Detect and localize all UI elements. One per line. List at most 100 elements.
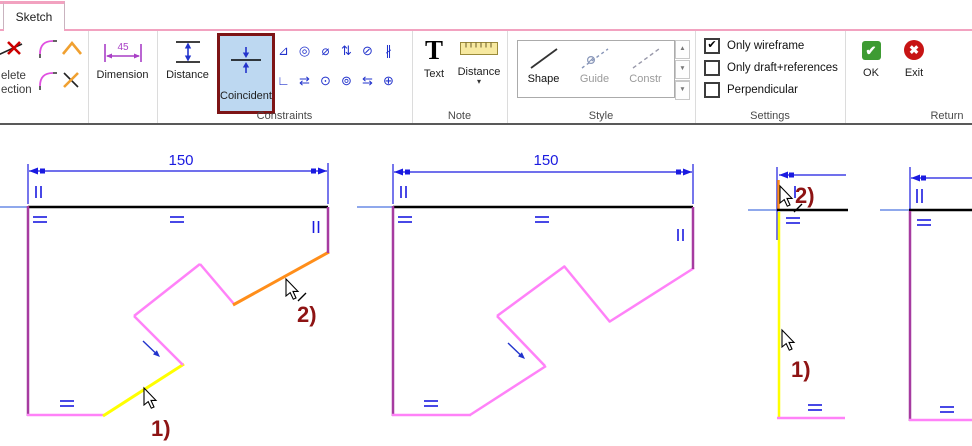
detail-before[interactable]: 2) 1): [748, 167, 848, 418]
zigzag-segment[interactable]: [470, 366, 546, 415]
checkbox-perpendicular[interactable]: Perpendicular: [704, 82, 798, 98]
step1-annotation: 1): [151, 416, 171, 441]
sketch-before[interactable]: 150: [0, 152, 329, 441]
trim-icon[interactable]: [60, 69, 82, 91]
style-item-shape[interactable]: Shape: [518, 41, 569, 97]
checkbox-label: Only wireframe: [727, 40, 804, 52]
checkbox-label: Perpendicular: [727, 84, 798, 96]
note-group-label: Note: [412, 110, 507, 122]
coincident-button-selected[interactable]: Coincident: [217, 33, 275, 114]
dimension-button[interactable]: 45 Dimension: [92, 38, 153, 81]
tab-sketch[interactable]: Sketch: [3, 1, 65, 29]
zigzag-segment[interactable]: [134, 316, 183, 365]
constraint-icon-row-1: ⊿ ◎ ⌀ ⇅ ⊘ ∦: [273, 41, 399, 61]
step1-annotation: 1): [791, 357, 811, 382]
constraint-symbols[interactable]: [917, 189, 954, 412]
distance-icon: [173, 38, 203, 66]
gallery-scroll-up-button[interactable]: ▲: [675, 40, 690, 59]
zigzag-segment[interactable]: [497, 266, 565, 316]
constraint-icon-row-2: ∟ ⇄ ⊙ ⊚ ⇆ ⊕: [273, 71, 399, 91]
note-text-button[interactable]: T Text: [416, 35, 452, 80]
checkbox-icon[interactable]: [704, 82, 720, 98]
text-icon: T: [425, 35, 443, 65]
diameter-constraint-icon[interactable]: ⌀: [315, 41, 336, 61]
dimension-value[interactable]: 150: [533, 152, 558, 169]
note-distance-button[interactable]: Distance ▾: [454, 41, 504, 85]
style-item-constr[interactable]: Constr: [620, 41, 671, 97]
fillet-icon-2[interactable]: [36, 69, 58, 91]
style-gallery: Shape Guide Constr: [517, 40, 675, 98]
style-item-guide[interactable]: Guide: [569, 41, 620, 97]
direction-arrow: [143, 341, 160, 357]
mouse-cursor-step2: [780, 186, 792, 206]
coincident-label: Coincident: [220, 90, 272, 102]
dimension-150[interactable]: 150: [28, 152, 328, 204]
group-return: ✔ OK ✖ Exit Return: [845, 31, 972, 123]
ruler-icon: [460, 41, 498, 57]
style-item-label: Shape: [528, 73, 560, 85]
tangent-constraint-icon[interactable]: ⊘: [357, 41, 378, 61]
group-settings: ✔ Only wireframe Only draft+references P…: [695, 31, 846, 123]
style-gallery-scroll: ▲ ▼ ▼: [675, 40, 690, 101]
constraint-distance-label: Distance: [166, 69, 209, 81]
application-window: 150: [0, 0, 972, 446]
zigzag-segment[interactable]: [609, 268, 694, 322]
radius-constraint-icon[interactable]: ⊙: [315, 71, 336, 91]
gallery-expand-button[interactable]: ▼: [675, 80, 690, 100]
mouse-cursor-step1: [782, 330, 794, 350]
tab-merge: [4, 29, 64, 31]
chamfer-icon[interactable]: [60, 39, 84, 57]
ok-button[interactable]: ✔ OK: [854, 41, 888, 79]
group-note: T Text Distance ▾ Note: [412, 31, 508, 123]
checkbox-icon[interactable]: [704, 60, 720, 76]
zigzag-segment[interactable]: [134, 264, 200, 316]
construction-line-icon: [628, 44, 664, 72]
clipped-delete-section-label[interactable]: elete ection: [1, 69, 32, 97]
constraints-group-label: Constraints: [157, 110, 412, 122]
dimension-150[interactable]: 150: [393, 152, 693, 204]
checkbox-icon[interactable]: ✔: [704, 38, 720, 54]
exit-button[interactable]: ✖ Exit: [895, 40, 933, 79]
gallery-scroll-down-button[interactable]: ▼: [675, 60, 690, 79]
constraint-symbols[interactable]: [33, 186, 319, 406]
zigzag-segment[interactable]: [497, 316, 545, 366]
detail-after[interactable]: [880, 167, 972, 421]
equal-radius-constraint-icon[interactable]: ⊚: [336, 71, 357, 91]
parallel-constraint-icon[interactable]: ⇆: [357, 71, 378, 91]
sketch-after[interactable]: 150: [357, 152, 694, 416]
checkbox-only-draft-references[interactable]: Only draft+references: [704, 60, 838, 76]
equal-distance-constraint-icon[interactable]: ⇄: [294, 71, 315, 91]
zigzag-segment[interactable]: [564, 266, 610, 322]
constraint-distance-button[interactable]: Distance: [159, 38, 216, 81]
perpendicular-constraint-icon[interactable]: ∟: [273, 71, 294, 91]
dimension-icon-value: 45: [117, 42, 129, 53]
dimension-value[interactable]: 150: [168, 152, 193, 169]
fillet-icon[interactable]: [36, 37, 58, 59]
tab-label: Sketch: [16, 10, 53, 24]
selected-segment-2-orange[interactable]: [233, 252, 329, 305]
midpoint-constraint-icon[interactable]: ⊕: [378, 71, 399, 91]
chevron-down-icon[interactable]: ▾: [477, 78, 481, 85]
settings-group-label: Settings: [695, 110, 845, 122]
dimension-partial[interactable]: [910, 167, 972, 210]
cursor-line-badge: [298, 293, 306, 301]
coincident-icon: [228, 44, 264, 76]
mouse-cursor-step2: [286, 279, 298, 299]
style-item-label: Guide: [580, 73, 609, 85]
style-item-label: Constr: [629, 73, 661, 85]
ok-check-icon: ✔: [862, 41, 881, 60]
checkbox-only-wireframe[interactable]: ✔ Only wireframe: [704, 38, 804, 54]
concentric-constraint-icon[interactable]: ◎: [294, 41, 315, 61]
delete-line-icon[interactable]: [0, 39, 28, 61]
return-group-label: Return: [917, 110, 972, 122]
constraint-symbols[interactable]: [398, 186, 683, 406]
angle-constraint-icon[interactable]: ⊿: [273, 41, 294, 61]
symmetric-constraint-icon[interactable]: ∦: [378, 41, 399, 61]
ok-label: OK: [863, 67, 879, 79]
group-dimension: 45 Dimension: [88, 31, 158, 123]
group-edit: elete ection: [0, 31, 89, 123]
group-style: Shape Guide Constr: [507, 31, 696, 123]
move-constraint-icon[interactable]: ⇅: [336, 41, 357, 61]
ribbon: elete ection 45: [0, 29, 972, 125]
zigzag-segment[interactable]: [200, 264, 234, 304]
